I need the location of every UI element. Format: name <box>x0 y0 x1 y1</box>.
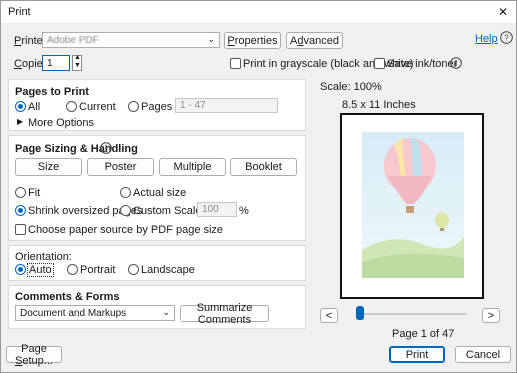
size-button[interactable]: Size <box>15 158 82 176</box>
paper-source-checkbox[interactable] <box>15 224 26 235</box>
help-icon[interactable]: ? <box>500 31 513 44</box>
landscape-label: Landscape <box>141 264 195 276</box>
advanced-button[interactable]: Ad vanced <box>286 32 343 49</box>
scale-label: Scale: 100% <box>320 81 382 93</box>
page-setup-button[interactable]: Page Setup... <box>6 343 62 367</box>
pages-label: Pages <box>141 101 173 113</box>
page-slider-track[interactable] <box>356 313 466 315</box>
comments-forms-panel: Comments & Forms Document and Markups ⌄ … <box>8 285 306 329</box>
copies-stepper[interactable]: ▲ ▼ <box>72 54 82 71</box>
printer-name: Adobe PDF <box>47 34 99 46</box>
summarize-comments-button[interactable]: Summarize Comments <box>180 302 269 326</box>
info-icon[interactable] <box>450 57 462 72</box>
chevron-down-icon: ⌄ <box>207 34 215 44</box>
page-counter: Page 1 of 47 <box>392 328 455 340</box>
next-page-button[interactable]: > <box>482 308 500 323</box>
page-sizing-title: Page Sizing & Handling <box>15 143 138 155</box>
auto-radio[interactable] <box>15 264 26 275</box>
up-arrow-icon[interactable]: ▲ <box>74 54 81 61</box>
orientation-title: Orientation: <box>15 251 72 263</box>
comments-select-value: Document and Markups <box>20 307 127 319</box>
help-link[interactable]: Help <box>475 33 498 45</box>
auto-label: Auto <box>27 263 54 277</box>
copies-input[interactable]: 1 <box>42 55 70 71</box>
paper-source-label: Choose paper source by PDF page size <box>28 224 224 236</box>
page-slider-thumb[interactable] <box>356 306 364 320</box>
current-label: Current <box>79 101 116 113</box>
close-icon[interactable]: ✕ <box>498 5 508 19</box>
poster-button[interactable]: Poster <box>87 158 154 176</box>
comments-select[interactable]: Document and Markups ⌄ <box>15 305 175 321</box>
window-title: Print <box>8 6 31 18</box>
title-bar: Print ✕ <box>1 1 516 23</box>
landscape-radio[interactable] <box>128 264 139 275</box>
page-sizing-panel: Page Sizing & Handling Size Poster Multi… <box>8 135 306 241</box>
multiple-button[interactable]: Multiple <box>159 158 226 176</box>
actual-size-radio[interactable] <box>120 187 131 198</box>
current-radio[interactable] <box>66 101 77 112</box>
save-ink-label: Save ink/toner <box>387 58 458 70</box>
save-ink-checkbox[interactable] <box>374 58 385 69</box>
svg-text:?: ? <box>504 34 509 43</box>
print-button[interactable]: Print <box>389 346 445 363</box>
fit-radio[interactable] <box>15 187 26 198</box>
print-dialog: Print ✕ Printer: Adobe PDF ⌄ Properties … <box>0 0 517 373</box>
expand-icon[interactable]: ▶ <box>17 117 23 126</box>
pages-to-print-panel: Pages to Print All Current Pages 1 - 47 … <box>8 79 306 131</box>
paper-size-label: 8.5 x 11 Inches <box>342 99 416 111</box>
cancel-button[interactable]: Cancel <box>455 346 511 363</box>
portrait-label: Portrait <box>80 264 116 276</box>
percent-label: % <box>239 205 249 217</box>
down-arrow-icon[interactable]: ▼ <box>74 62 81 69</box>
preview-image <box>362 132 464 278</box>
pages-radio[interactable] <box>128 101 139 112</box>
grayscale-checkbox[interactable] <box>230 58 241 69</box>
info-icon[interactable] <box>100 142 112 157</box>
prev-page-button[interactable]: < <box>320 308 338 323</box>
shrink-radio[interactable] <box>15 205 26 216</box>
actual-size-label: Actual size <box>133 187 187 199</box>
properties-button[interactable]: Properties <box>224 32 281 49</box>
all-label: All <box>28 101 41 113</box>
more-options-link[interactable]: More Options <box>28 117 94 129</box>
comments-forms-title: Comments & Forms <box>15 291 120 303</box>
custom-scale-label: Custom Scale: <box>133 205 205 217</box>
custom-scale-radio[interactable] <box>120 205 131 216</box>
printer-select[interactable]: Adobe PDF ⌄ <box>42 32 220 48</box>
orientation-panel: Orientation: Auto Portrait Landscape <box>8 245 306 281</box>
chevron-down-icon: ⌄ <box>162 307 170 317</box>
page-preview <box>340 113 484 299</box>
fit-label: Fit <box>28 187 41 199</box>
all-radio[interactable] <box>15 101 26 112</box>
custom-scale-input[interactable]: 100 <box>197 202 237 217</box>
booklet-button[interactable]: Booklet <box>230 158 297 176</box>
pages-range-input[interactable]: 1 - 47 <box>175 98 278 113</box>
portrait-radio[interactable] <box>67 264 78 275</box>
pages-to-print-title: Pages to Print <box>15 86 89 98</box>
